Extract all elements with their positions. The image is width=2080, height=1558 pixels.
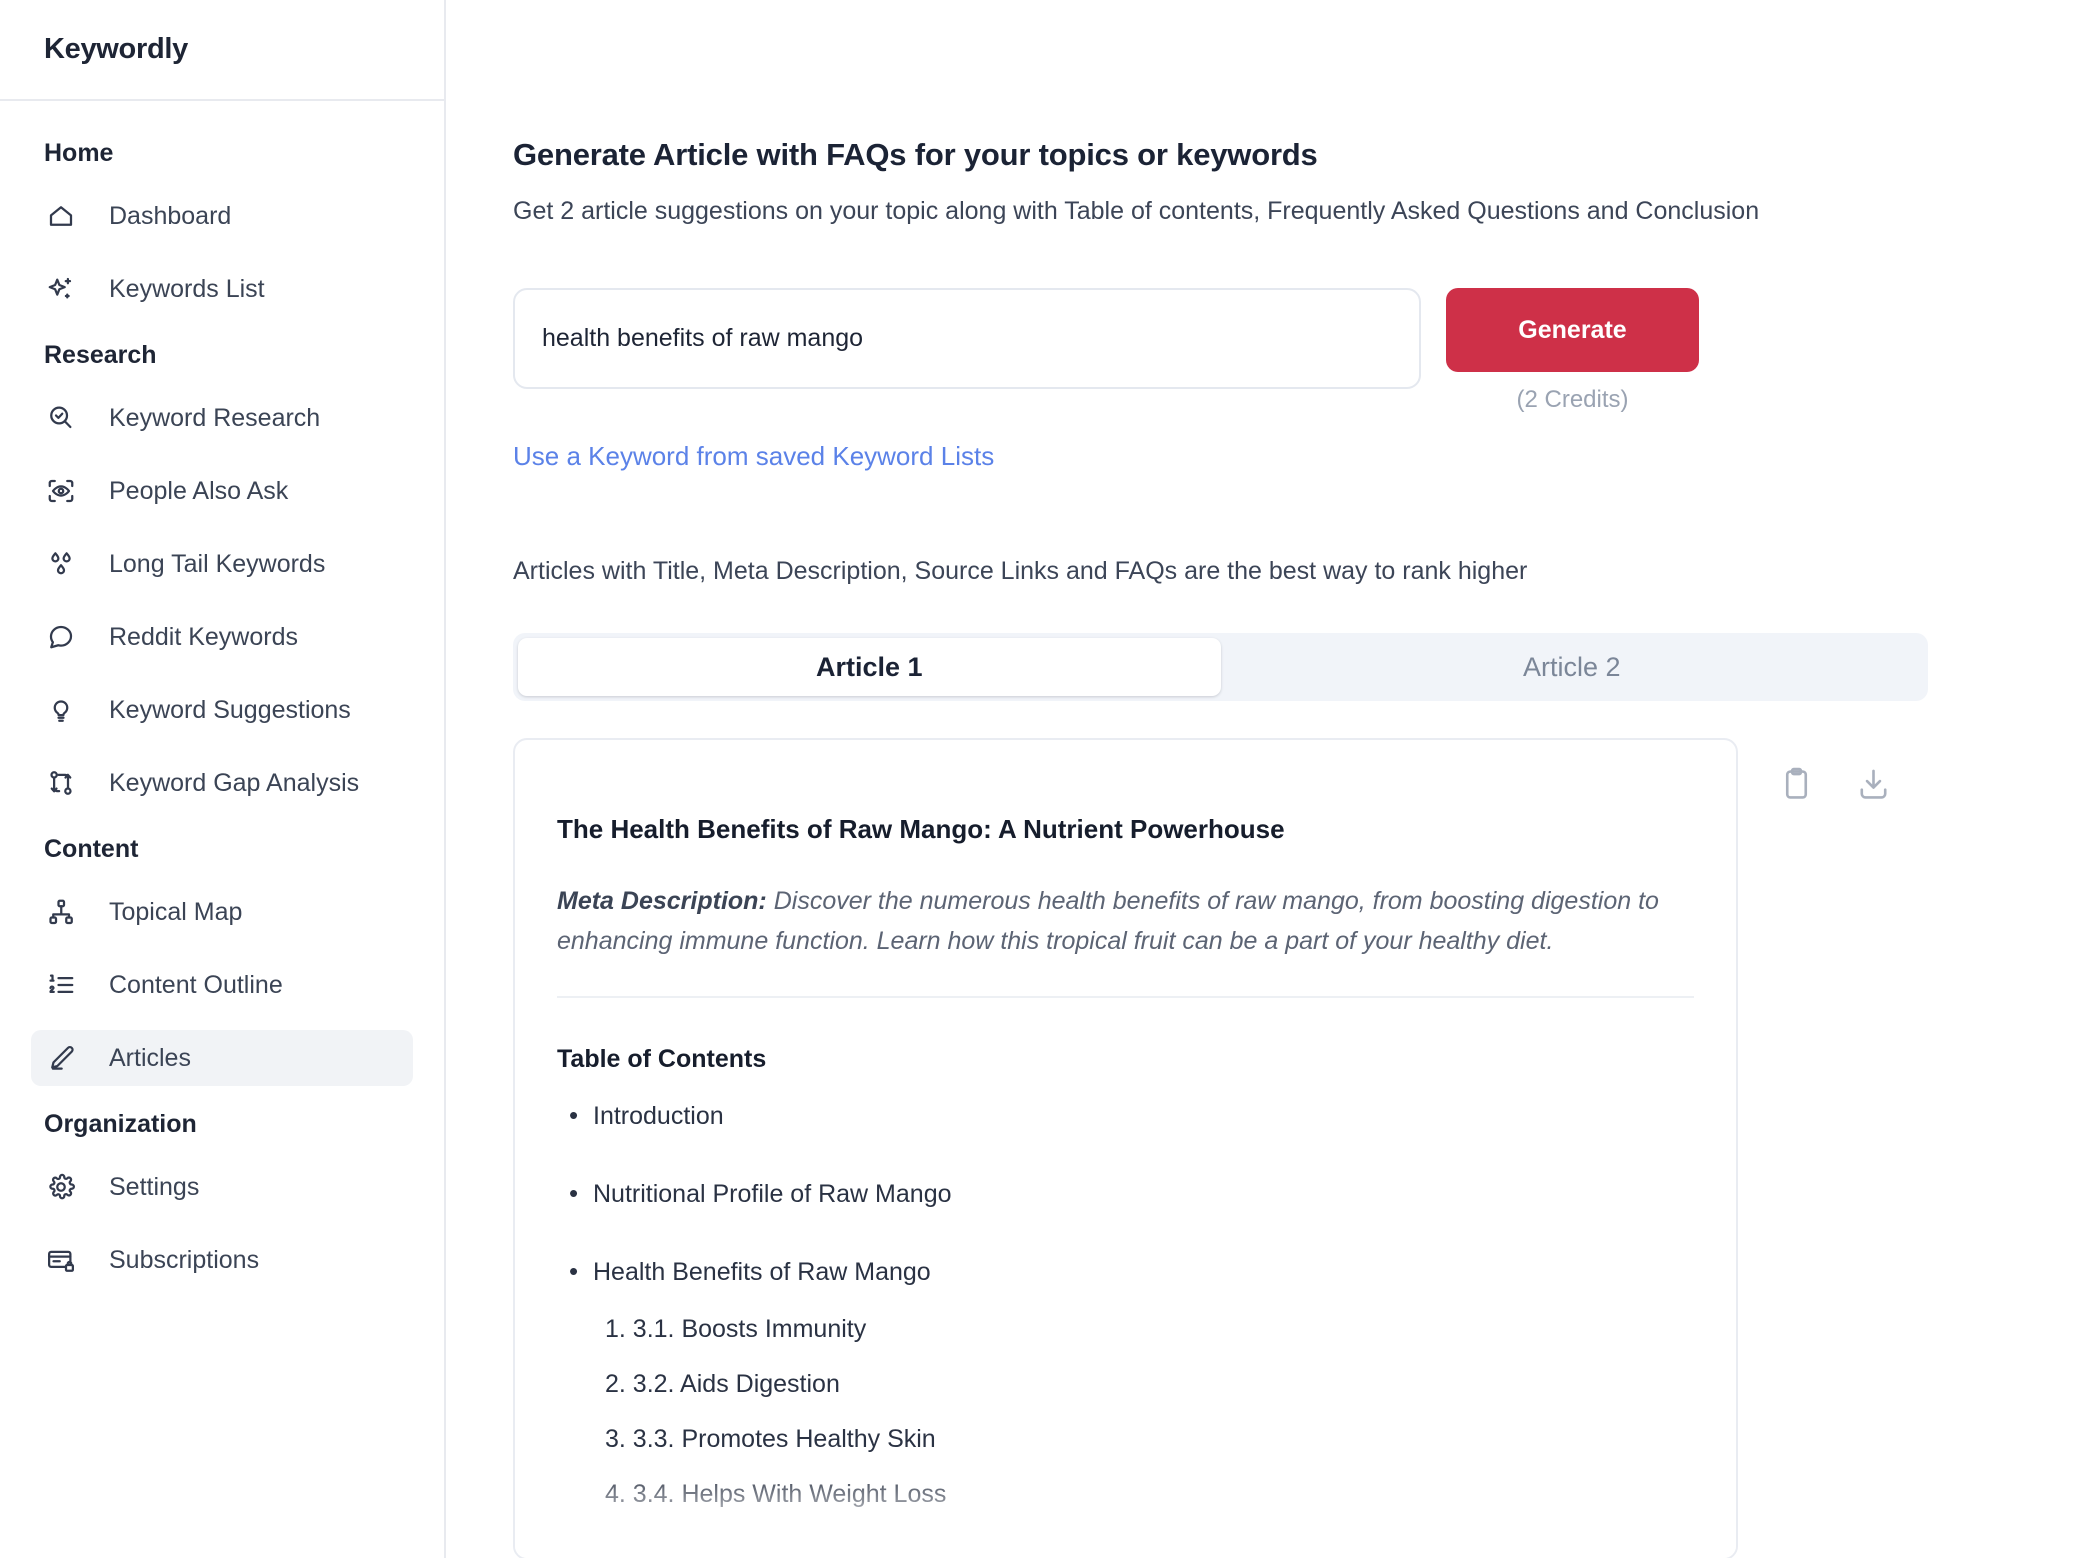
sidebar-item-settings[interactable]: Settings [31,1159,413,1215]
toc-list: Introduction Nutritional Profile of Raw … [557,1100,1694,1509]
page-title: Generate Article with FAQs for your topi… [513,137,1318,172]
sidebar-item-keyword-suggestions[interactable]: Keyword Suggestions [31,682,413,738]
tab-article-1[interactable]: Article 1 [518,638,1221,696]
nav-group-label-content: Content [44,835,139,863]
sidebar-item-label: Dashboard [109,201,232,230]
sidebar-item-reddit-keywords[interactable]: Reddit Keywords [31,609,413,665]
toc-item: Introduction [557,1100,1694,1131]
sidebar-item-label: Keyword Suggestions [109,695,351,724]
droplets-icon [44,547,78,581]
lightbulb-icon [44,693,78,727]
sidebar-item-keyword-research[interactable]: Keyword Research [31,390,413,446]
sidebar-item-label: Settings [109,1172,200,1201]
message-circle-icon [44,620,78,654]
nav-group-label-organization: Organization [44,1110,197,1138]
list-ordered-icon [44,968,78,1002]
git-compare-icon [44,766,78,800]
sparkle-icon [44,272,78,306]
tab-article-2[interactable]: Article 2 [1221,638,1924,696]
toc-subitem: 3. 3.3. Promotes Healthy Skin [605,1424,936,1453]
article-meta-description: Meta Description: Discover the numerous … [557,881,1694,962]
pencil-icon [44,1041,78,1075]
nav-group-home: Home Dashboard Keywords List [0,139,444,317]
sidebar-item-subscriptions[interactable]: Subscriptions [31,1232,413,1288]
sidebar-item-label: Reddit Keywords [109,622,298,651]
sidebar-item-keyword-gap-analysis[interactable]: Keyword Gap Analysis [31,755,413,811]
card-actions [1778,766,1892,803]
network-icon [44,895,78,929]
generate-button[interactable]: Generate [1446,288,1699,372]
sidebar-item-label: Content Outline [109,970,283,999]
sidebar-item-keywords-list[interactable]: Keywords List [31,261,413,317]
keyword-input[interactable] [513,288,1421,389]
toc-subitem: 1. 3.1. Boosts Immunity [605,1314,867,1343]
nav-group-organization: Organization Settings Subscriptions [0,1110,444,1288]
generate-column: Generate (2 Credits) [1446,288,1699,414]
nav-group-content: Content Topical Map Content Outline Arti… [0,835,444,1086]
nav-group-research: Research Keyword Research People Also As… [0,341,444,811]
saved-keyword-lists-link[interactable]: Use a Keyword from saved Keyword Lists [513,441,994,472]
toc-sublist: 1. 3.1. Boosts Immunity 2. 3.2. Aids Dig… [605,1315,1694,1509]
toc-item-label: Health Benefits of Raw Mango [593,1257,931,1286]
page-subtitle: Get 2 article suggestions on your topic … [513,197,1760,225]
sidebar: Keywordly Home Dashboard Keywords List R… [0,0,446,1558]
sidebar-item-label: Articles [109,1043,191,1072]
eye-scan-icon [44,474,78,508]
nav-group-label-home: Home [44,139,114,167]
toc-item: Health Benefits of Raw Mango 1. 3.1. Boo… [557,1256,1694,1509]
home-icon [44,199,78,233]
toc-subitem: 2. 3.2. Aids Digestion [605,1369,840,1398]
sidebar-item-content-outline[interactable]: Content Outline [31,957,413,1013]
credits-note: (2 Credits) [1516,386,1629,413]
sidebar-nav: Home Dashboard Keywords List Research Ke… [0,101,444,1312]
article-card-area: The Health Benefits of Raw Mango: A Nutr… [513,738,2080,1558]
nav-group-label-research: Research [44,341,157,369]
toc-heading: Table of Contents [557,1044,767,1073]
sidebar-item-label: Long Tail Keywords [109,549,326,578]
article-title: The Health Benefits of Raw Mango: A Nutr… [557,814,1285,844]
article-card: The Health Benefits of Raw Mango: A Nutr… [513,738,1738,1558]
search-check-icon [44,401,78,435]
gear-icon [44,1170,78,1204]
card-divider [557,995,1694,998]
download-icon[interactable] [1855,766,1892,803]
sidebar-item-label: People Also Ask [109,476,289,505]
sidebar-item-dashboard[interactable]: Dashboard [31,188,413,244]
sidebar-item-label: Keyword Research [109,403,321,432]
sidebar-item-topical-map[interactable]: Topical Map [31,884,413,940]
copy-icon[interactable] [1778,766,1815,803]
sidebar-item-label: Topical Map [109,897,243,926]
rank-note: Articles with Title, Meta Description, S… [513,557,1528,585]
sidebar-item-label: Subscriptions [109,1245,260,1274]
sidebar-item-long-tail-keywords[interactable]: Long Tail Keywords [31,536,413,592]
toc-item-label: Nutritional Profile of Raw Mango [593,1179,952,1208]
sidebar-item-articles[interactable]: Articles [31,1030,413,1086]
app-root: Keywordly Home Dashboard Keywords List R… [0,0,2080,1558]
sidebar-item-people-also-ask[interactable]: People Also Ask [31,463,413,519]
toc-item-label: Introduction [593,1101,724,1130]
brand-title: Keywordly [44,33,188,65]
article-tabs: Article 1 Article 2 [513,633,1928,701]
generate-row: Generate (2 Credits) [513,288,2080,414]
brand-bar: Keywordly [0,0,444,101]
sidebar-item-label: Keyword Gap Analysis [109,768,360,797]
meta-description-label: Meta Description: [557,886,767,915]
sidebar-item-label: Keywords List [109,274,265,303]
toc-subitem: 4. 3.4. Helps With Weight Loss [605,1479,947,1508]
main-content: Generate Article with FAQs for your topi… [446,0,2080,1558]
toc-item: Nutritional Profile of Raw Mango [557,1178,1694,1209]
credit-card-lock-icon [44,1243,78,1277]
